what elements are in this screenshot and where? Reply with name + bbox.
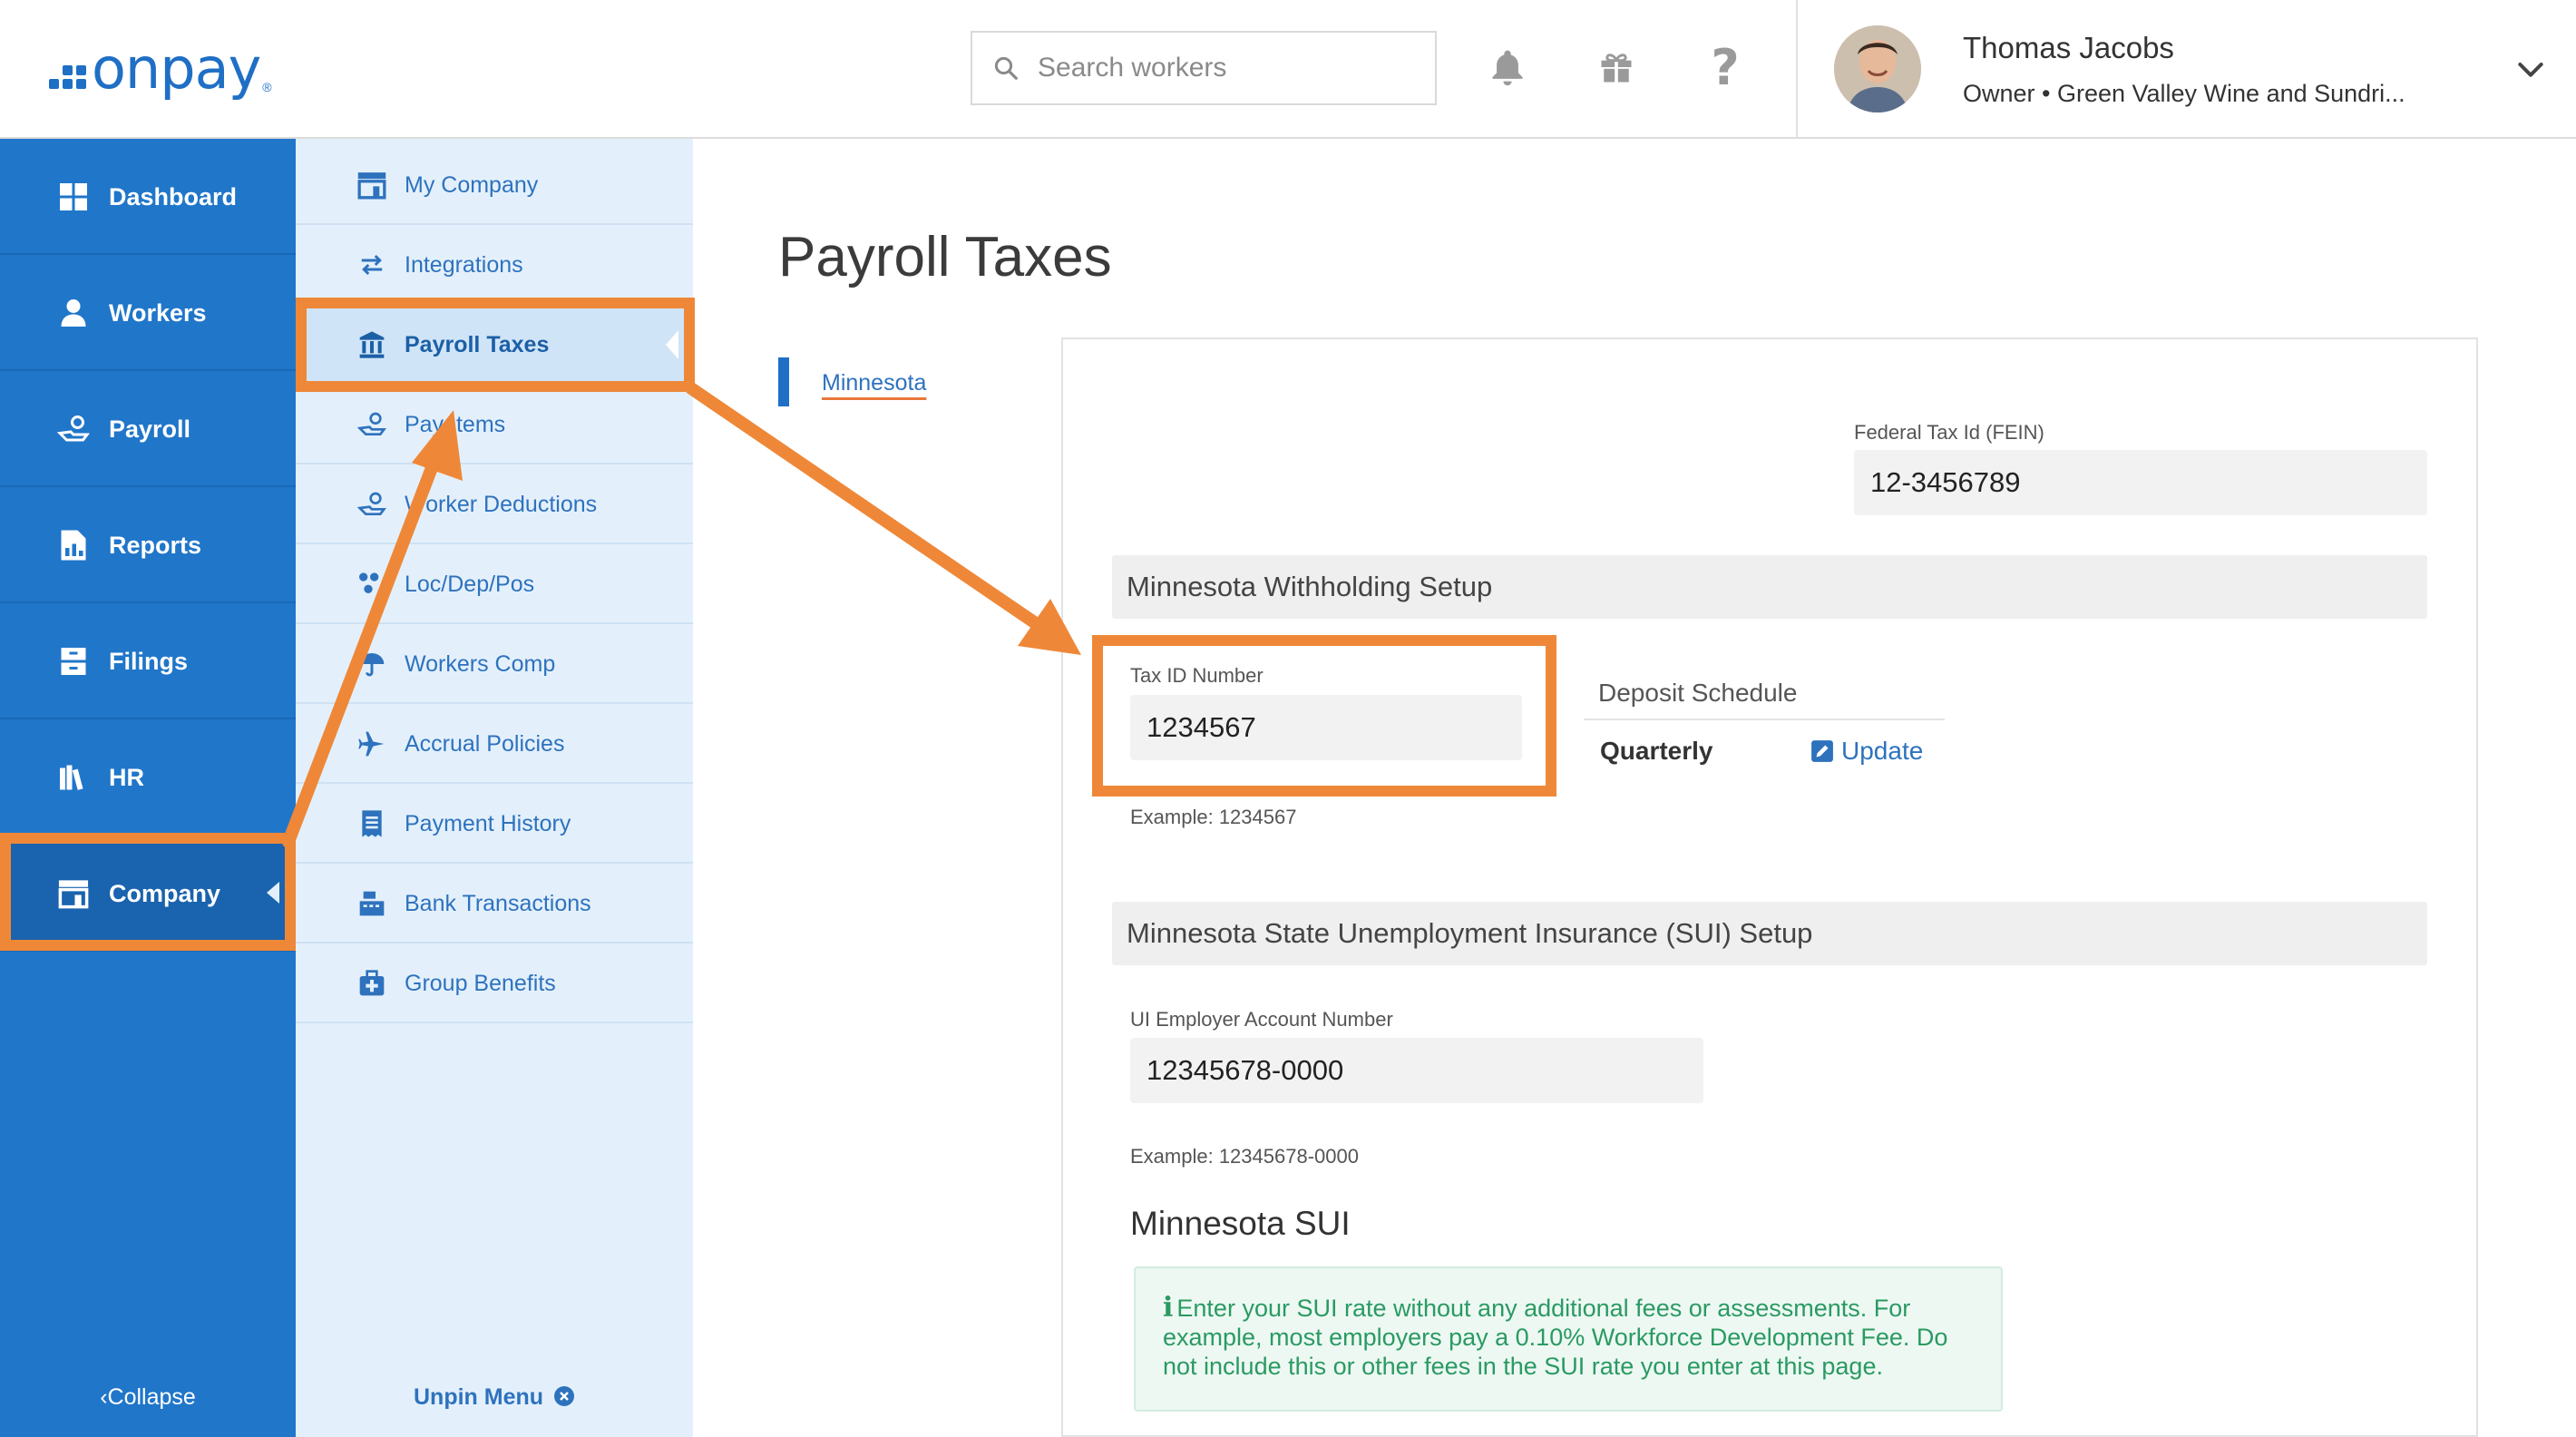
subnav-payment-history[interactable]: Payment History	[296, 786, 693, 864]
header-divider	[1796, 0, 1798, 138]
update-label: Update	[1841, 737, 1924, 765]
nav-label: Payroll	[109, 415, 191, 443]
subnav-bank-transactions[interactable]: Bank Transactions	[296, 865, 693, 943]
nav-label: Filings	[109, 647, 188, 675]
deposit-schedule-value: Quarterly	[1600, 737, 1713, 765]
ui-account-label: UI Employer Account Number	[1130, 1008, 1393, 1031]
collapse-label: Collapse	[107, 1384, 196, 1410]
payroll-icon	[56, 412, 91, 446]
dashboard-icon	[56, 180, 91, 214]
reports-icon	[56, 528, 91, 562]
sui-info-box: i Enter your SUI rate without any additio…	[1134, 1266, 2003, 1412]
nav-workers[interactable]: Workers	[0, 257, 296, 371]
subnav-loc-dep-pos[interactable]: Loc/Dep/Pos	[296, 546, 693, 624]
withholding-section-header: Minnesota Withholding Setup	[1112, 555, 2427, 619]
fein-field[interactable]: 12-3456789	[1854, 450, 2427, 515]
org-icon	[356, 568, 388, 601]
logo-dots-icon	[49, 65, 86, 89]
page-title: Payroll Taxes	[778, 226, 1112, 288]
subnav-worker-deductions[interactable]: Worker Deductions	[296, 466, 693, 544]
state-tab-indicator	[778, 357, 789, 406]
storefront-icon	[356, 169, 388, 201]
nav-label: Dashboard	[109, 182, 238, 210]
arrow-payroll-taxes-to-tax-id	[685, 382, 1081, 655]
avatar[interactable]	[1834, 25, 1921, 112]
arrows-exchange-icon	[356, 249, 388, 281]
search-input[interactable]	[1036, 52, 1420, 84]
collapse-button[interactable]: ‹Collapse	[0, 1384, 296, 1411]
workers-icon	[56, 296, 91, 330]
fein-label: Federal Tax Id (FEIN)	[1854, 421, 2044, 444]
divider	[1584, 718, 1945, 720]
subnav-label: Payment History	[405, 810, 571, 836]
subnav-label: Workers Comp	[405, 650, 556, 677]
hr-icon	[56, 760, 91, 795]
chevron-down-icon[interactable]	[2513, 51, 2549, 87]
sui-section-header: Minnesota State Unemployment Insurance (…	[1112, 902, 2427, 965]
airplane-icon	[356, 728, 388, 760]
nav-payroll[interactable]: Payroll	[0, 373, 296, 487]
unpin-label: Unpin Menu	[414, 1384, 544, 1410]
state-tab-minnesota[interactable]: Minnesota	[822, 370, 926, 396]
update-button[interactable]: Update	[1810, 737, 1923, 766]
onpay-logo[interactable]: onpay ®	[49, 33, 272, 105]
nav-reports[interactable]: Reports	[0, 489, 296, 603]
logo-text: onpay	[92, 35, 261, 102]
subnav-label: My Company	[405, 171, 539, 198]
help-icon[interactable]: ?	[1698, 39, 1752, 96]
umbrella-icon	[356, 648, 388, 680]
nav-filings[interactable]: Filings	[0, 605, 296, 719]
subnav-integrations[interactable]: Integrations	[296, 227, 693, 305]
subnav-pay-items[interactable]: Pay Items	[296, 386, 693, 464]
subnav-my-company[interactable]: My Company	[296, 147, 693, 225]
nav-label: Reports	[109, 531, 202, 559]
registered-mark: ®	[262, 80, 272, 94]
subnav-label: Bank Transactions	[405, 890, 591, 916]
sui-heading: Minnesota SUI	[1130, 1205, 1351, 1242]
hand-money-icon	[356, 408, 388, 441]
cash-register-icon	[356, 887, 388, 920]
bell-icon[interactable]	[1480, 40, 1535, 94]
chevron-left-icon: ‹	[100, 1384, 108, 1410]
subnav-label: Loc/Dep/Pos	[405, 571, 535, 597]
subnav-accrual-policies[interactable]: Accrual Policies	[296, 706, 693, 784]
close-circle-icon	[553, 1386, 574, 1406]
info-icon: i	[1163, 1292, 1174, 1324]
highlight-company-nav	[0, 833, 296, 951]
tax-id-example: Example: 1234567	[1130, 806, 1297, 828]
highlight-tax-id	[1092, 635, 1556, 797]
hand-money-icon	[356, 488, 388, 521]
unpin-menu-button[interactable]: Unpin Menu	[296, 1384, 693, 1411]
receipt-icon	[356, 807, 388, 840]
ui-account-example: Example: 12345678-0000	[1130, 1145, 1359, 1168]
sui-info-text: Enter your SUI rate without any addition…	[1163, 1295, 1948, 1380]
ui-account-field[interactable]: 12345678-0000	[1130, 1038, 1703, 1103]
gift-icon[interactable]	[1589, 40, 1644, 94]
user-name[interactable]: Thomas Jacobs	[1963, 31, 2174, 65]
subnav-label: Accrual Policies	[405, 730, 565, 757]
nav-dashboard[interactable]: Dashboard	[0, 141, 296, 255]
search-box[interactable]	[971, 31, 1437, 105]
subnav-label: Worker Deductions	[405, 491, 598, 517]
subnav-label: Pay Items	[405, 411, 506, 437]
subnav-workers-comp[interactable]: Workers Comp	[296, 626, 693, 704]
subnav-label: Integrations	[405, 251, 523, 278]
filings-icon	[56, 644, 91, 679]
medical-kit-icon	[356, 967, 388, 1000]
subnav-group-benefits[interactable]: Group Benefits	[296, 945, 693, 1023]
nav-label: HR	[109, 763, 144, 791]
highlight-payroll-taxes	[296, 298, 695, 392]
nav-label: Workers	[109, 298, 207, 327]
nav-hr[interactable]: HR	[0, 721, 296, 836]
edit-icon	[1811, 740, 1833, 762]
deposit-schedule-label: Deposit Schedule	[1598, 679, 1798, 707]
search-icon	[994, 56, 1018, 80]
user-role[interactable]: Owner • Green Valley Wine and Sundri...	[1963, 80, 2453, 108]
subnav-label: Group Benefits	[405, 970, 556, 996]
